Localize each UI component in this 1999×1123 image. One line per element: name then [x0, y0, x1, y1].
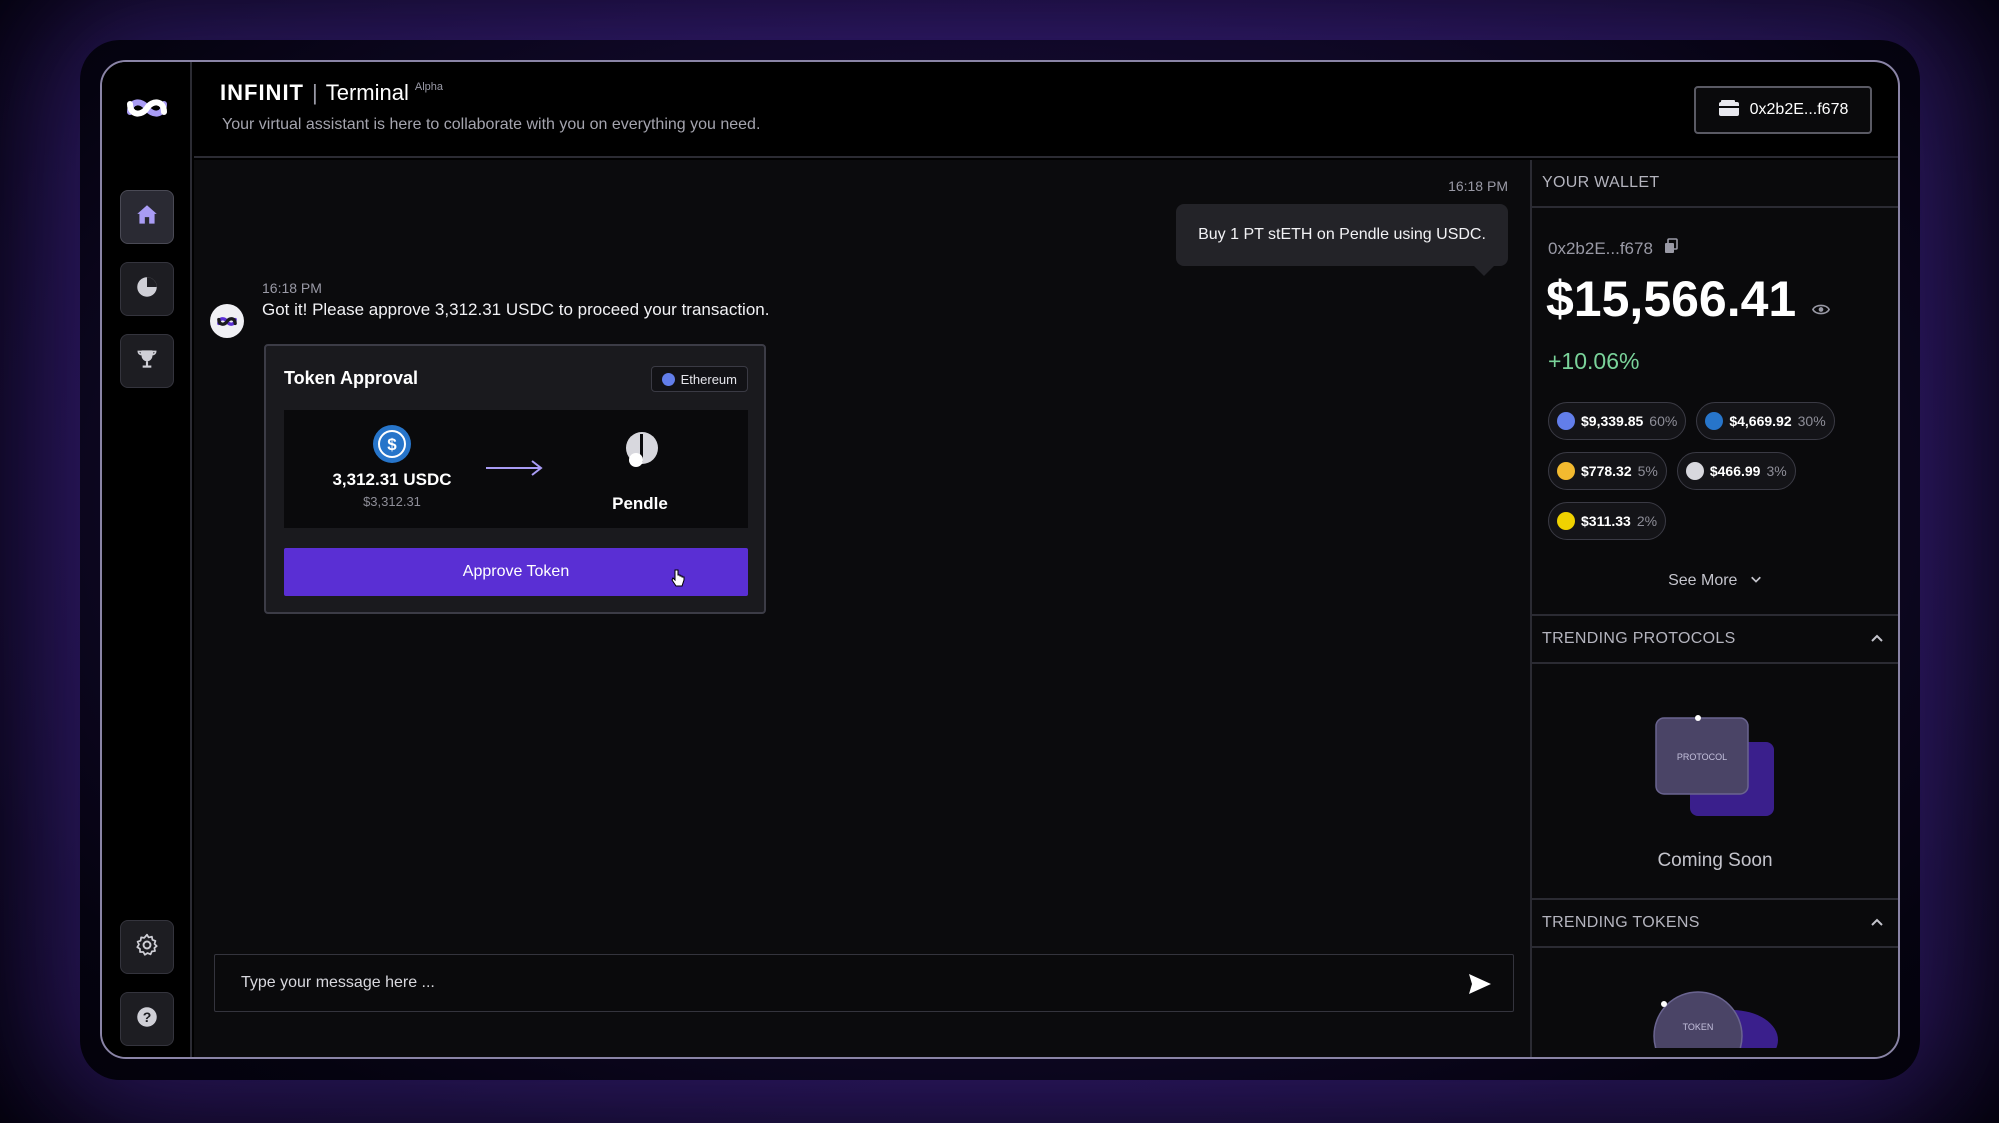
- header: INFINIT | Terminal Alpha Your virtual as…: [194, 62, 1898, 158]
- chain-name: Ethereum: [680, 371, 737, 387]
- approve-button-label: Approve Token: [462, 563, 570, 580]
- alpha-badge: Alpha: [414, 81, 443, 93]
- usdc-coin-icon: [1705, 412, 1724, 430]
- chain-badge: Ethereum: [650, 366, 748, 392]
- approval-amount: 3,312.31 USDC: [332, 470, 452, 489]
- holding-pct: 2%: [1636, 513, 1658, 529]
- approval-spender: Pendle: [612, 494, 668, 513]
- sidebar: ?: [102, 62, 192, 1057]
- tokens-section-title: TRENDING TOKENS: [1542, 914, 1700, 931]
- chat-panel: 16:18 PM Buy 1 PT stETH on Pendle using …: [194, 160, 1530, 1057]
- brand-separator: |: [312, 80, 318, 105]
- assistant-message-time: 16:18 PM: [262, 280, 322, 296]
- wallet-section-title: YOUR WALLET: [1542, 174, 1660, 191]
- message-input[interactable]: [241, 955, 1441, 1011]
- wallet-address-row: 0x2b2E...f678: [1548, 238, 1679, 259]
- chevron-up-icon: [1870, 632, 1884, 646]
- holding-value: $311.33: [1581, 513, 1631, 529]
- brand-subtitle: Terminal: [325, 80, 409, 105]
- trophy-icon: [134, 346, 160, 377]
- sidebar-item-home[interactable]: [120, 190, 174, 244]
- protocol-art-label: PROTOCOL: [1677, 752, 1727, 762]
- wallet-icon: [1718, 99, 1740, 122]
- holding-pct: 3%: [1766, 463, 1787, 479]
- holding-chip[interactable]: $778.32 5%: [1548, 452, 1667, 490]
- holding-value: $4,669.92: [1729, 413, 1792, 429]
- message-composer: [214, 954, 1514, 1012]
- app-window: ? INFINIT | Terminal Alpha Your virtual …: [100, 60, 1900, 1059]
- eth-coin-icon: [1557, 412, 1575, 430]
- trending-tokens-panel: TOKEN: [1532, 948, 1898, 1057]
- brand-title: INFINIT | Terminal Alpha: [220, 80, 443, 106]
- wallet-balance: $15,566.41: [1546, 271, 1797, 327]
- holding-chip[interactable]: $4,669.92 30%: [1696, 402, 1835, 440]
- holdings-list: $9,339.85 60% $4,669.92 30% $778.32 5% $…: [1548, 402, 1888, 540]
- approval-amount-usd: $3,312.31: [363, 494, 421, 509]
- trending-protocols-panel: PROTOCOL Coming Soon: [1532, 664, 1898, 900]
- token-coin-icon: [1685, 462, 1704, 480]
- wallet-connect-button[interactable]: 0x2b2E...f678: [1694, 86, 1872, 134]
- holding-pct: 60%: [1649, 413, 1678, 429]
- eye-icon[interactable]: [1812, 270, 1831, 328]
- sidebar-item-leaderboard[interactable]: [120, 334, 174, 388]
- protocol-placeholder-art: PROTOCOL: [1652, 712, 1782, 822]
- wallet-button-label: 0x2b2E...f678: [1749, 101, 1849, 118]
- tokens-section-header[interactable]: TRENDING TOKENS: [1532, 900, 1898, 948]
- wallet-section-header: YOUR WALLET: [1532, 160, 1898, 208]
- holding-chip[interactable]: $311.33 2%: [1548, 502, 1667, 540]
- bnb-coin-icon: [1557, 462, 1575, 480]
- gear-icon: [134, 932, 160, 963]
- infinit-logo-icon[interactable]: [122, 82, 172, 132]
- wallet-change: +10.06%: [1548, 348, 1640, 374]
- send-icon[interactable]: [1467, 971, 1493, 997]
- pie-chart-icon: [134, 274, 160, 305]
- holding-value: $778.32: [1581, 463, 1632, 479]
- arrow-right-icon: [484, 458, 544, 478]
- assistant-avatar: [210, 304, 244, 338]
- sidebar-item-help[interactable]: ?: [120, 992, 174, 1046]
- see-more-label: See More: [1668, 572, 1738, 589]
- see-more-button[interactable]: See More: [1532, 572, 1898, 590]
- token-coin-icon: [1557, 512, 1575, 530]
- usdc-icon: $: [372, 424, 412, 464]
- approval-details: $ 3,312.31 USDC $3,312.31 Pendle: [284, 410, 748, 528]
- protocols-section-title: TRENDING PROTOCOLS: [1542, 630, 1736, 647]
- holding-value: $9,339.85: [1581, 413, 1644, 429]
- brand-name: INFINIT: [220, 80, 304, 105]
- coming-soon-label: Coming Soon: [1657, 850, 1773, 871]
- home-icon: [134, 202, 160, 233]
- right-panel: YOUR WALLET 0x2b2E...f678 $15,566.41 +10…: [1530, 160, 1898, 1057]
- user-message-bubble: Buy 1 PT stETH on Pendle using USDC.: [1176, 204, 1508, 276]
- svg-text:?: ?: [143, 1008, 152, 1024]
- sidebar-item-portfolio[interactable]: [120, 262, 174, 316]
- holding-chip[interactable]: $9,339.85 60%: [1548, 402, 1687, 440]
- token-placeholder-art: TOKEN: [1652, 988, 1782, 1057]
- approve-token-button[interactable]: Approve Token: [284, 548, 748, 596]
- approval-title: Token Approval: [284, 368, 419, 388]
- token-approval-card: Token Approval Ethereum $ 3,312.31 USDC …: [264, 344, 766, 614]
- protocols-section-header[interactable]: TRENDING PROTOCOLS: [1532, 616, 1898, 664]
- holding-value: $466.99: [1709, 463, 1761, 479]
- user-message-time: 16:18 PM: [1448, 178, 1508, 194]
- chevron-down-icon: [1742, 572, 1762, 589]
- wallet-summary: 0x2b2E...f678 $15,566.41 +10.06% $9,339.…: [1532, 208, 1898, 616]
- sidebar-item-settings[interactable]: [120, 920, 174, 974]
- pointer-cursor-icon: [670, 568, 686, 588]
- pendle-icon: [620, 430, 660, 470]
- assistant-message-text: Got it! Please approve 3,312.31 USDC to …: [262, 300, 770, 319]
- copy-icon[interactable]: [1663, 238, 1679, 259]
- ethereum-icon: [661, 372, 675, 386]
- wallet-balance-row: $15,566.41: [1546, 270, 1831, 328]
- user-message-text: Buy 1 PT stETH on Pendle using USDC.: [1198, 226, 1486, 243]
- header-tagline: Your virtual assistant is here to collab…: [222, 116, 761, 133]
- holding-pct: 5%: [1637, 463, 1658, 479]
- svg-text:$: $: [387, 435, 397, 454]
- wallet-address: 0x2b2E...f678: [1548, 238, 1653, 258]
- chevron-up-icon: [1870, 916, 1884, 930]
- token-art-label: TOKEN: [1683, 1022, 1714, 1032]
- holding-pct: 30%: [1797, 413, 1826, 429]
- holding-chip[interactable]: $466.99 3%: [1676, 452, 1796, 490]
- help-icon: ?: [134, 1004, 160, 1035]
